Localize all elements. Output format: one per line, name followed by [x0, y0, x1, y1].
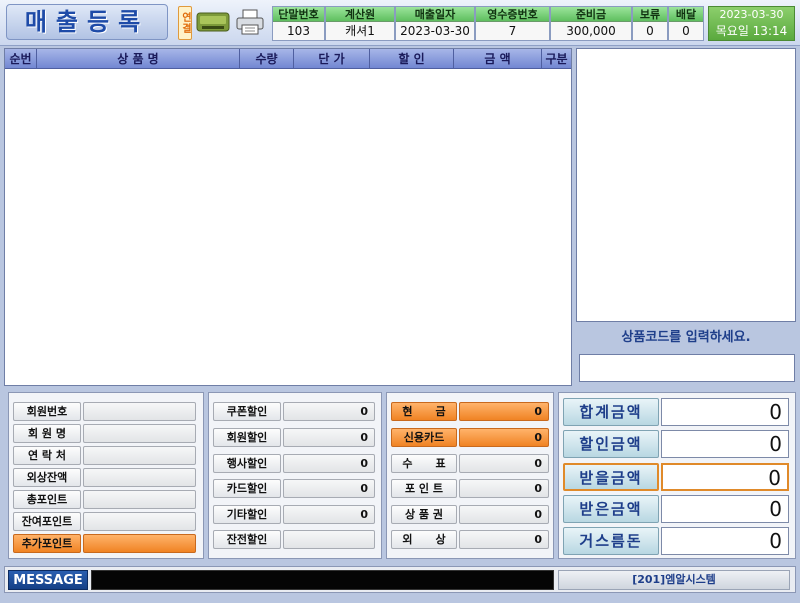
coupon-discount-label[interactable]: 쿠폰할인	[213, 402, 281, 421]
member-additional-points-value[interactable]	[83, 534, 196, 553]
credit-card-payment-value[interactable]: 0	[459, 428, 549, 447]
member-name-label[interactable]: 회 원 명	[13, 424, 81, 443]
column-header-seq[interactable]: 순번	[5, 49, 37, 69]
sales-item-grid[interactable]: 순번 상 품 명 수량 단 가 할 인 금 액 구분	[4, 48, 572, 386]
totals-panel: 합계금액 0 할인금액 0 받을금액 0 받은금액 0 거스름돈 0	[558, 392, 796, 559]
member-additional-points-label[interactable]: 추가포인트	[13, 534, 81, 553]
member-total-points-value[interactable]	[83, 490, 196, 509]
column-header-quantity[interactable]: 수량	[240, 49, 294, 69]
member-number-label[interactable]: 회원번호	[13, 402, 81, 421]
other-discount-value[interactable]: 0	[283, 505, 375, 524]
info-cashier: 계산원 캐셔1	[325, 6, 395, 41]
column-header-amount[interactable]: 금 액	[454, 49, 542, 69]
point-payment-label[interactable]: 포 인 트	[391, 479, 457, 498]
member-panel: 회원번호 회 원 명 연 락 처 외상잔액 총포인트 잔여포인트 추가포인트	[8, 392, 204, 559]
message-label: MESSAGE	[8, 570, 88, 590]
info-reserve-fund: 준비금 300,000	[550, 6, 632, 41]
company-label: [201]엠알시스템	[558, 570, 790, 590]
info-value: 0	[669, 22, 703, 40]
change-amount-value: 0	[661, 527, 789, 555]
product-code-input[interactable]	[579, 354, 795, 382]
product-preview-panel	[576, 48, 796, 322]
member-discount-value[interactable]: 0	[283, 428, 375, 447]
info-hold[interactable]: 보류 0	[632, 6, 668, 41]
amount-due-value[interactable]: 0	[661, 463, 789, 491]
other-discount-label[interactable]: 기타할인	[213, 505, 281, 524]
member-discount-label[interactable]: 회원할인	[213, 428, 281, 447]
member-remaining-points-label[interactable]: 잔여포인트	[13, 512, 81, 531]
page-title: 매출등록	[6, 4, 168, 40]
column-header-product-name[interactable]: 상 품 명	[37, 49, 240, 69]
credit-sale-payment-value[interactable]: 0	[459, 530, 549, 549]
card-discount-value[interactable]: 0	[283, 479, 375, 498]
info-terminal-number: 단말번호 103	[272, 6, 325, 41]
member-remaining-points-value[interactable]	[83, 512, 196, 531]
member-credit-balance-label[interactable]: 외상잔액	[13, 468, 81, 487]
input-prompt: 상품코드를 입력하세요.	[621, 330, 751, 345]
member-contact-value[interactable]	[83, 446, 196, 465]
info-label: 매출일자	[396, 7, 474, 22]
info-label: 배달	[669, 7, 703, 22]
change-amount-label: 거스름돈	[563, 527, 659, 555]
cash-payment-value[interactable]: 0	[459, 402, 549, 421]
info-value: 300,000	[551, 22, 631, 40]
cash-payment-label[interactable]: 현 금	[391, 402, 457, 421]
info-label: 보류	[633, 7, 667, 22]
info-value: 캐셔1	[326, 22, 394, 40]
info-value: 0	[633, 22, 667, 40]
info-sales-date: 매출일자 2023-03-30	[395, 6, 475, 41]
change-discount-value[interactable]	[283, 530, 375, 549]
change-discount-label[interactable]: 잔전할인	[213, 530, 281, 549]
payment-panel: 현 금 0 신용카드 0 수 표 0 포 인 트 0 상 품 권 0 외 상 0	[386, 392, 554, 559]
message-display	[91, 570, 554, 590]
info-value: 7	[476, 22, 549, 40]
event-discount-label[interactable]: 행사할인	[213, 454, 281, 473]
column-header-type[interactable]: 구분	[542, 49, 571, 69]
credit-card-payment-label[interactable]: 신용카드	[391, 428, 457, 447]
info-label: 계산원	[326, 7, 394, 22]
gift-certificate-payment-value[interactable]: 0	[459, 505, 549, 524]
info-label: 영수증번호	[476, 7, 549, 22]
discount-amount-value: 0	[661, 430, 789, 458]
current-date: 2023-03-30	[719, 8, 784, 21]
coupon-discount-value[interactable]: 0	[283, 402, 375, 421]
card-discount-label[interactable]: 카드할인	[213, 479, 281, 498]
info-receipt-number: 영수증번호 7	[475, 6, 550, 41]
credit-sale-payment-label[interactable]: 외 상	[391, 530, 457, 549]
discount-amount-label: 할인금액	[563, 430, 659, 458]
column-header-discount[interactable]: 할 인	[370, 49, 454, 69]
gift-certificate-payment-label[interactable]: 상 품 권	[391, 505, 457, 524]
info-label: 준비금	[551, 7, 631, 22]
printer-icon[interactable]	[236, 9, 264, 35]
member-total-points-label[interactable]: 총포인트	[13, 490, 81, 509]
amount-received-label: 받은금액	[563, 495, 659, 523]
member-name-value[interactable]	[83, 424, 196, 443]
datetime-display: 2023-03-30 목요일 13:14	[708, 6, 795, 41]
total-amount-label: 합계금액	[563, 398, 659, 426]
member-number-value[interactable]	[83, 402, 196, 421]
card-reader-icon[interactable]	[196, 10, 230, 34]
connection-status-badge: 연결	[178, 6, 192, 40]
info-value: 2023-03-30	[396, 22, 474, 40]
point-payment-value[interactable]: 0	[459, 479, 549, 498]
info-value: 103	[273, 22, 324, 40]
info-label: 단말번호	[273, 7, 324, 22]
amount-due-label[interactable]: 받을금액	[563, 463, 659, 491]
member-contact-label[interactable]: 연 락 처	[13, 446, 81, 465]
discount-panel: 쿠폰할인 0 회원할인 0 행사할인 0 카드할인 0 기타할인 0 잔전할인	[208, 392, 382, 559]
column-header-unit-price[interactable]: 단 가	[294, 49, 370, 69]
total-amount-value: 0	[661, 398, 789, 426]
info-delivery[interactable]: 배달 0	[668, 6, 704, 41]
event-discount-value[interactable]: 0	[283, 454, 375, 473]
current-weekday-time: 목요일 13:14	[715, 24, 788, 38]
check-payment-label[interactable]: 수 표	[391, 454, 457, 473]
check-payment-value[interactable]: 0	[459, 454, 549, 473]
amount-received-value: 0	[661, 495, 789, 523]
member-credit-balance-value[interactable]	[83, 468, 196, 487]
